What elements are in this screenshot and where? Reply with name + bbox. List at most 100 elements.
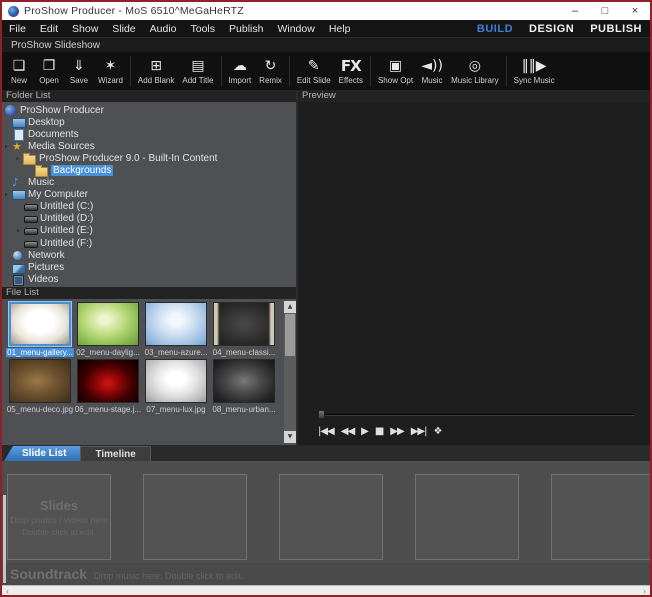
file-item[interactable]: 07_menu-lux.jpg <box>142 359 210 414</box>
toolbar-open-button[interactable]: ❐Open <box>34 53 64 89</box>
tree-item-untitled-c-[interactable]: Untitled (C:) <box>2 201 296 213</box>
fullscreen-icon[interactable]: ❖ <box>433 426 441 437</box>
toolbar-import-button[interactable]: ☁Import <box>225 53 256 89</box>
menu-slide[interactable]: Slide <box>105 23 142 35</box>
close-button[interactable]: × <box>620 2 650 20</box>
slide-strip-left-scrollbar[interactable] <box>3 495 6 583</box>
file-item[interactable]: 08_menu-urban... <box>210 359 278 414</box>
toolbar-wizard-button[interactable]: ✶Wizard <box>94 53 127 89</box>
scroll-right-icon[interactable]: › <box>639 586 650 596</box>
file-item[interactable]: 05_menu-deco.jpg <box>6 359 74 414</box>
tree-item-untitled-f-[interactable]: Untitled (F:) <box>2 237 296 249</box>
slide-placeholder[interactable]: SlidesDrop photos / videos hereDouble cl… <box>7 474 111 560</box>
file-list-header: File List <box>2 287 296 299</box>
slide-placeholder[interactable] <box>279 474 383 560</box>
toolbar-music-button[interactable]: ◄))Music <box>417 53 447 89</box>
toolbar-add-blank-button[interactable]: ⊞Add Blank <box>134 53 178 89</box>
documents-icon <box>12 129 24 140</box>
toolbar-new-button[interactable]: ❏New <box>4 53 34 89</box>
tab-slide-list[interactable]: Slide List <box>4 446 80 461</box>
menu-help[interactable]: Help <box>322 23 358 35</box>
tree-item-media-sources[interactable]: ▸★Media Sources <box>2 140 296 152</box>
desktop-icon <box>12 117 24 128</box>
tree-item-untitled-d-[interactable]: Untitled (D:) <box>2 213 296 225</box>
menu-audio[interactable]: Audio <box>143 23 184 35</box>
file-thumbnail[interactable] <box>9 359 71 403</box>
menu-edit[interactable]: Edit <box>33 23 65 35</box>
seek-handle[interactable] <box>318 410 325 419</box>
music-icon: ♪ <box>12 177 24 188</box>
toolbar-remix-button[interactable]: ↻Remix <box>255 53 286 89</box>
file-item[interactable]: 03_menu-azure... <box>142 302 210 357</box>
add-blank-slide-icon: ⊞ <box>150 57 162 75</box>
expander-arrow-icon[interactable]: ▸ <box>17 227 24 234</box>
menu-file[interactable]: File <box>2 23 33 35</box>
tree-item-desktop[interactable]: Desktop <box>2 116 296 128</box>
tree-item-network[interactable]: Network <box>2 249 296 261</box>
tree-item-untitled-e-[interactable]: ▸Untitled (E:) <box>2 225 296 237</box>
toolbar-button-label: Sync Music <box>514 76 555 85</box>
file-thumbnail[interactable] <box>145 302 207 346</box>
tree-item-proshow-producer-9-0-built-in-content[interactable]: ▸ProShow Producer 9.0 - Built-In Content <box>2 152 296 164</box>
menu-show[interactable]: Show <box>65 23 105 35</box>
file-item[interactable]: 02_menu-daylig... <box>74 302 142 357</box>
file-thumbnail[interactable] <box>213 359 275 403</box>
scroll-down-icon[interactable]: ▼ <box>284 431 296 443</box>
menu-publish[interactable]: Publish <box>222 23 270 35</box>
tree-item-my-computer[interactable]: ▸My Computer <box>2 189 296 201</box>
slide-placeholder[interactable] <box>143 474 247 560</box>
file-thumbnail[interactable] <box>213 302 275 346</box>
file-list-panel: File List 01_menu-gallery...02_menu-dayl… <box>2 287 296 445</box>
file-item[interactable]: 04_menu-classi... <box>210 302 278 357</box>
soundtrack-row[interactable]: Soundtrack Drop music here. Double click… <box>2 563 650 585</box>
file-thumbnail[interactable] <box>77 302 139 346</box>
window-controls: – □ × <box>560 2 650 20</box>
tab-timeline[interactable]: Timeline <box>80 446 150 461</box>
toolbar-show-opt-button[interactable]: ▣Show Opt <box>374 53 417 89</box>
toolbar-add-title-button[interactable]: ▤Add Title <box>178 53 217 89</box>
tree-item-music[interactable]: ♪Music <box>2 177 296 189</box>
maximize-button[interactable]: □ <box>590 2 620 20</box>
toolbar-music-library-button[interactable]: ◎Music Library <box>447 53 503 89</box>
minimize-button[interactable]: – <box>560 2 590 20</box>
seek-bar[interactable] <box>318 410 634 420</box>
mode-build[interactable]: BUILD <box>477 23 513 35</box>
toolbar-save-button[interactable]: ⇓Save <box>64 53 94 89</box>
file-thumbnail[interactable] <box>145 359 207 403</box>
file-thumbnail[interactable] <box>9 302 71 346</box>
menu-tools[interactable]: Tools <box>184 23 223 35</box>
scroll-left-icon[interactable]: ‹ <box>2 586 13 596</box>
toolbar-edit-slide-button[interactable]: ✎Edit Slide <box>293 53 335 89</box>
slide-placeholder[interactable] <box>551 474 650 560</box>
skip-to-end-icon[interactable]: ▶▶| <box>411 426 427 437</box>
scroll-up-icon[interactable]: ▲ <box>284 301 296 313</box>
stop-icon[interactable]: ■ <box>375 426 383 437</box>
expander-arrow-icon[interactable]: ▸ <box>5 143 12 150</box>
mode-design[interactable]: DESIGN <box>529 23 574 35</box>
file-thumbnail[interactable] <box>77 359 139 403</box>
file-list-scrollbar[interactable]: ▲ ▼ <box>284 301 296 443</box>
computer-icon <box>12 189 24 200</box>
file-item[interactable]: 01_menu-gallery... <box>6 302 74 357</box>
fast-forward-icon[interactable]: ▶▶ <box>390 426 403 437</box>
file-item[interactable]: 06_menu-stage.j... <box>74 359 142 414</box>
tree-item-proshow-producer[interactable]: ProShow Producer <box>2 104 296 116</box>
skip-to-start-icon[interactable]: |◀◀ <box>318 426 334 437</box>
toolbar-sync-music-button[interactable]: ‖‖▶Sync Music <box>510 53 559 89</box>
menu-window[interactable]: Window <box>270 23 321 35</box>
expander-arrow-icon[interactable]: ▸ <box>16 155 23 162</box>
toolbar-effects-button[interactable]: FXEffects <box>335 53 367 89</box>
menu-bar: FileEditShowSlideAudioToolsPublishWindow… <box>2 20 650 37</box>
rewind-icon[interactable]: ◀◀ <box>341 426 354 437</box>
seek-track[interactable] <box>318 414 634 416</box>
scrollbar-thumb[interactable] <box>285 314 295 356</box>
horizontal-scrollbar[interactable]: ‹ › <box>2 585 650 595</box>
mode-publish[interactable]: PUBLISH <box>590 23 642 35</box>
tree-item-backgrounds[interactable]: Backgrounds <box>2 164 296 176</box>
slide-placeholder[interactable] <box>415 474 519 560</box>
tree-item-videos[interactable]: Videos <box>2 273 296 285</box>
expander-arrow-icon[interactable]: ▸ <box>5 191 12 198</box>
tree-item-pictures[interactable]: Pictures <box>2 261 296 273</box>
tree-item-documents[interactable]: Documents <box>2 128 296 140</box>
play-icon[interactable]: ▶ <box>361 426 368 437</box>
